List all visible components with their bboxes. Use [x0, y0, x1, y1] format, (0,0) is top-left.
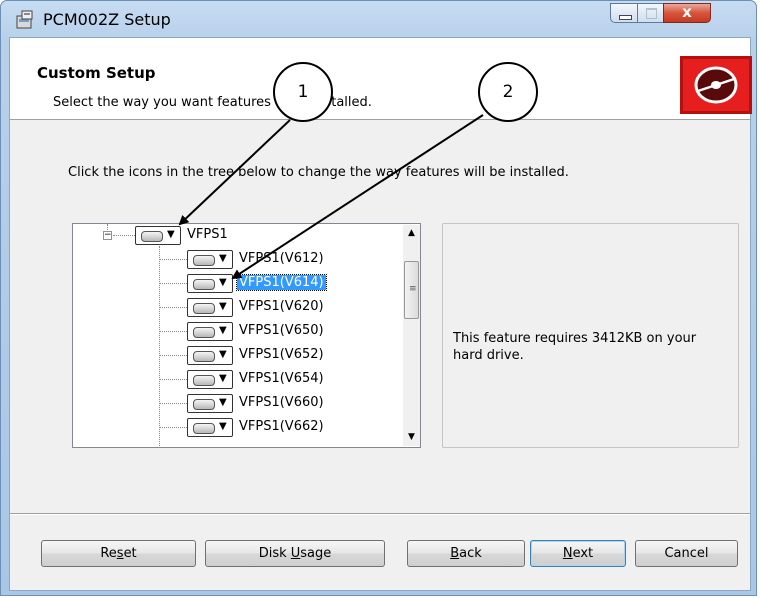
dropdown-arrow-icon: ▼ — [219, 421, 227, 432]
feature-state-dropdown[interactable]: ▼ — [187, 370, 233, 389]
scroll-up-icon[interactable]: ▲ — [403, 225, 420, 242]
close-button[interactable]: x — [663, 3, 711, 23]
maximize-button[interactable] — [637, 3, 664, 23]
tree-item-label: VFPS1(V652) — [239, 347, 324, 362]
tree-item-label: VFPS1(V620) — [239, 299, 324, 314]
button-label: ack — [459, 546, 482, 561]
feature-description-panel: This feature requires 3412KB on your har… — [442, 223, 739, 448]
feature-tree[interactable]: − ▼ VFPS1 ▼ VFPS1(V612) ▼ VFPS1(V614) ▼ … — [72, 223, 421, 448]
feature-state-dropdown[interactable]: ▼ — [187, 298, 233, 317]
client-area: Custom Setup Select the way you want fea… — [9, 37, 752, 591]
close-icon: x — [682, 3, 692, 21]
button-accesskey: U — [290, 546, 301, 561]
button-label: Cancel — [664, 546, 709, 561]
scroll-down-icon[interactable]: ▼ — [403, 429, 420, 446]
dropdown-arrow-icon: ▼ — [219, 253, 227, 264]
feature-description: This feature requires 3412KB on your har… — [453, 331, 697, 363]
installer-icon — [16, 10, 33, 29]
button-accesskey: N — [562, 546, 573, 561]
dropdown-arrow-icon: ▼ — [167, 229, 175, 240]
dropdown-arrow-icon: ▼ — [219, 325, 227, 336]
tree-item-label: VFPS1(V650) — [239, 323, 324, 338]
button-label: et — [123, 546, 137, 561]
button-label: sage — [300, 546, 332, 561]
tree-item-root[interactable]: ▼ VFPS1 — [73, 226, 403, 248]
minimize-button[interactable] — [610, 3, 638, 23]
dropdown-arrow-icon: ▼ — [219, 373, 227, 384]
cancel-button[interactable]: Cancel — [635, 540, 738, 567]
callout-2: 2 — [478, 62, 538, 122]
dropdown-arrow-icon: ▼ — [219, 277, 227, 288]
divider — [10, 513, 750, 515]
button-label: ext — [572, 546, 594, 561]
tree-item[interactable]: ▼ VFPS1(V660) — [73, 394, 403, 416]
button-label: Disk — [258, 546, 291, 561]
button-accesskey: B — [450, 546, 460, 561]
tree-item-label: VFPS1(V660) — [239, 395, 324, 410]
hard-drive-icon — [193, 303, 215, 314]
tree-item[interactable]: ▼ VFPS1(V612) — [73, 250, 403, 272]
feature-state-dropdown[interactable]: ▼ — [187, 394, 233, 413]
hard-drive-icon — [193, 327, 215, 338]
hard-drive-icon — [141, 231, 163, 242]
tree-item[interactable]: ▼ VFPS1(V620) — [73, 298, 403, 320]
hard-drive-icon — [193, 351, 215, 362]
tree-item-label: VFPS1(V654) — [239, 371, 324, 386]
feature-state-dropdown[interactable]: ▼ — [187, 274, 233, 293]
button-label: Re — [100, 546, 117, 561]
tree-item[interactable]: ▼ VFPS1(V654) — [73, 370, 403, 392]
dropdown-arrow-icon: ▼ — [219, 349, 227, 360]
tree-item-label: VFPS1(V612) — [239, 251, 324, 266]
dropdown-arrow-icon: ▼ — [219, 301, 227, 312]
hard-drive-icon — [193, 399, 215, 410]
feature-state-dropdown[interactable]: ▼ — [187, 250, 233, 269]
title-bar[interactable]: PCM002Z Setup x — [1, 1, 758, 37]
callout-1: 1 — [273, 62, 333, 122]
hard-drive-icon — [193, 423, 215, 434]
tree-item-label: VFPS1 — [187, 227, 228, 242]
tree-item-label: VFPS1(V662) — [239, 419, 324, 434]
minimize-icon — [619, 15, 632, 20]
back-button[interactable]: Back — [407, 540, 525, 567]
feature-state-dropdown[interactable]: ▼ — [135, 226, 181, 245]
feature-state-dropdown[interactable]: ▼ — [187, 322, 233, 341]
page-title: Custom Setup — [37, 64, 156, 82]
scroll-thumb[interactable]: ≡ — [404, 261, 419, 319]
instruction-text: Click the icons in the tree below to cha… — [68, 165, 569, 180]
disk-usage-button[interactable]: Disk Usage — [205, 540, 385, 567]
tree-item[interactable]: ▼ VFPS1(V652) — [73, 346, 403, 368]
installer-window: PCM002Z Setup x Custom Setup Select the … — [0, 0, 757, 596]
disc-icon — [680, 56, 752, 114]
feature-state-dropdown[interactable]: ▼ — [187, 346, 233, 365]
hard-drive-icon — [193, 255, 215, 266]
tree-item[interactable]: ▼ VFPS1(V662) — [73, 418, 403, 440]
grip-icon: ≡ — [409, 284, 417, 294]
window-title: PCM002Z Setup — [43, 10, 171, 29]
feature-state-dropdown[interactable]: ▼ — [187, 418, 233, 437]
hard-drive-icon — [193, 279, 215, 290]
tree-item-label: VFPS1(V614) — [236, 274, 327, 291]
reset-button[interactable]: Reset — [41, 540, 196, 567]
tree-item-selected[interactable]: ▼ VFPS1(V614) — [73, 274, 403, 296]
dropdown-arrow-icon: ▼ — [219, 397, 227, 408]
header-banner: Custom Setup Select the way you want fea… — [10, 38, 752, 120]
maximize-icon — [646, 8, 657, 19]
hard-drive-icon — [193, 375, 215, 386]
next-button[interactable]: Next — [530, 540, 626, 567]
tree-scrollbar[interactable]: ▲ ≡ ▼ — [403, 225, 420, 446]
button-accesskey: s — [116, 546, 124, 561]
tree-item[interactable]: ▼ VFPS1(V650) — [73, 322, 403, 344]
